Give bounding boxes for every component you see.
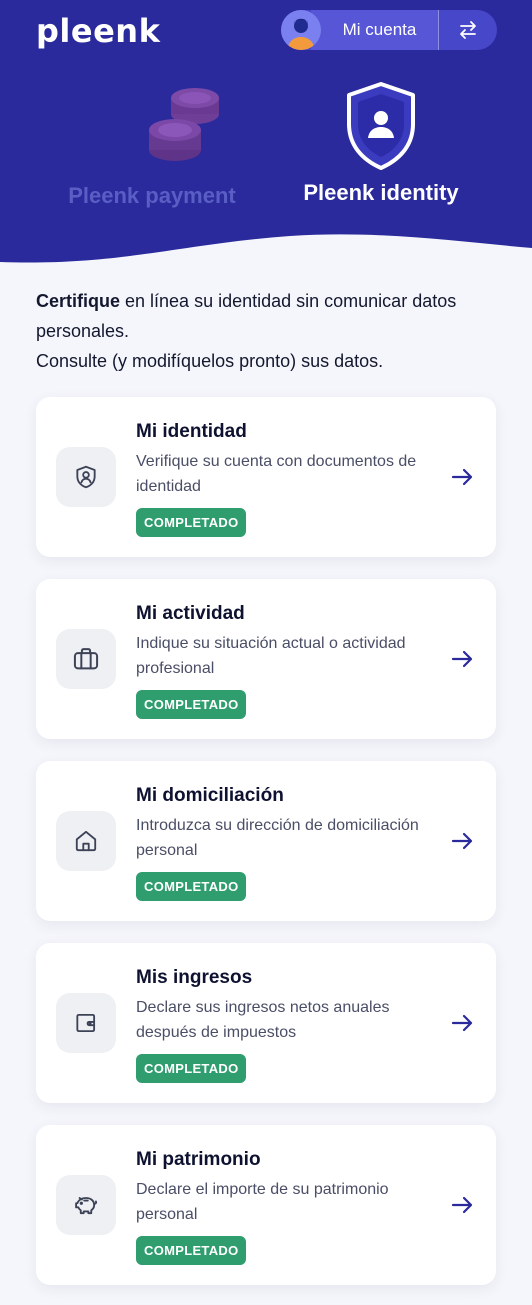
card-icon-box: [56, 1175, 116, 1235]
briefcase-icon: [73, 648, 99, 670]
card-description: Indique su situación actual o actividad …: [136, 635, 406, 677]
card-mi-actividad[interactable]: Mi actividad Indique su situación actual…: [36, 579, 496, 739]
switch-account-button[interactable]: [439, 10, 497, 50]
product-tab-identity[interactable]: Pleenk identity: [286, 80, 476, 206]
coins-icon: [148, 88, 219, 161]
card-mi-patrimonio[interactable]: Mi patrimonio Declare el importe de su p…: [36, 1125, 496, 1285]
arrow-right-icon[interactable]: [450, 1193, 474, 1217]
status-badge: COMPLETADO: [136, 690, 247, 719]
card-title: Mi patrimonio: [136, 1149, 261, 1170]
avatar[interactable]: [281, 10, 321, 50]
status-badge: COMPLETADO: [136, 1054, 247, 1083]
status-badge: COMPLETADO: [136, 872, 247, 901]
shield-user-icon: [347, 82, 415, 170]
status-badge: COMPLETADO: [136, 1236, 247, 1265]
arrow-right-icon[interactable]: [450, 647, 474, 671]
piggy-bank-icon: [75, 1197, 98, 1215]
status-badge: COMPLETADO: [136, 508, 247, 537]
card-title: Mi identidad: [136, 421, 247, 442]
hero-wave-divider: [0, 234, 532, 270]
product-tab-payment[interactable]: Pleenk payment: [52, 80, 252, 209]
account-menu[interactable]: Mi cuenta: [281, 10, 497, 50]
account-label[interactable]: Mi cuenta: [311, 10, 439, 50]
card-description: Declare sus ingresos netos anuales despu…: [136, 999, 390, 1041]
card-description: Verifique su cuenta con documentos de id…: [136, 453, 417, 495]
swap-arrows-icon: [460, 21, 476, 39]
home-icon: [75, 830, 97, 852]
arrow-right-icon[interactable]: [450, 1011, 474, 1035]
card-mi-domiciliacion[interactable]: Mi domiciliación Introduzca su dirección…: [36, 761, 496, 921]
shield-user-icon: [76, 465, 96, 489]
intro-line2: Consulte (y modifíquelos pronto) sus dat…: [36, 351, 384, 371]
card-icon-box: [56, 447, 116, 507]
card-description: Introduzca su dirección de domiciliación…: [136, 817, 419, 859]
intro-text: Certifique en línea su identidad sin com…: [36, 286, 496, 376]
card-description: Declare el importe de su patrimonio pers…: [136, 1181, 389, 1223]
intro-bold: Certifique: [36, 291, 121, 311]
pleenk-logo[interactable]: pleenk: [36, 12, 160, 50]
wallet-icon: [76, 1013, 96, 1033]
arrow-right-icon[interactable]: [450, 465, 474, 489]
card-title: Mi actividad: [136, 603, 245, 624]
header-hero: pleenk Mi cuenta Pleenk payment Pleenk i…: [0, 0, 532, 270]
card-icon-box: [56, 629, 116, 689]
card-title: Mi domiciliación: [136, 785, 284, 806]
arrow-right-icon[interactable]: [450, 829, 474, 853]
card-icon-box: [56, 811, 116, 871]
card-mi-identidad[interactable]: Mi identidad Verifique su cuenta con doc…: [36, 397, 496, 557]
card-mis-ingresos[interactable]: Mis ingresos Declare sus ingresos netos …: [36, 943, 496, 1103]
card-title: Mis ingresos: [136, 967, 253, 988]
card-icon-box: [56, 993, 116, 1053]
